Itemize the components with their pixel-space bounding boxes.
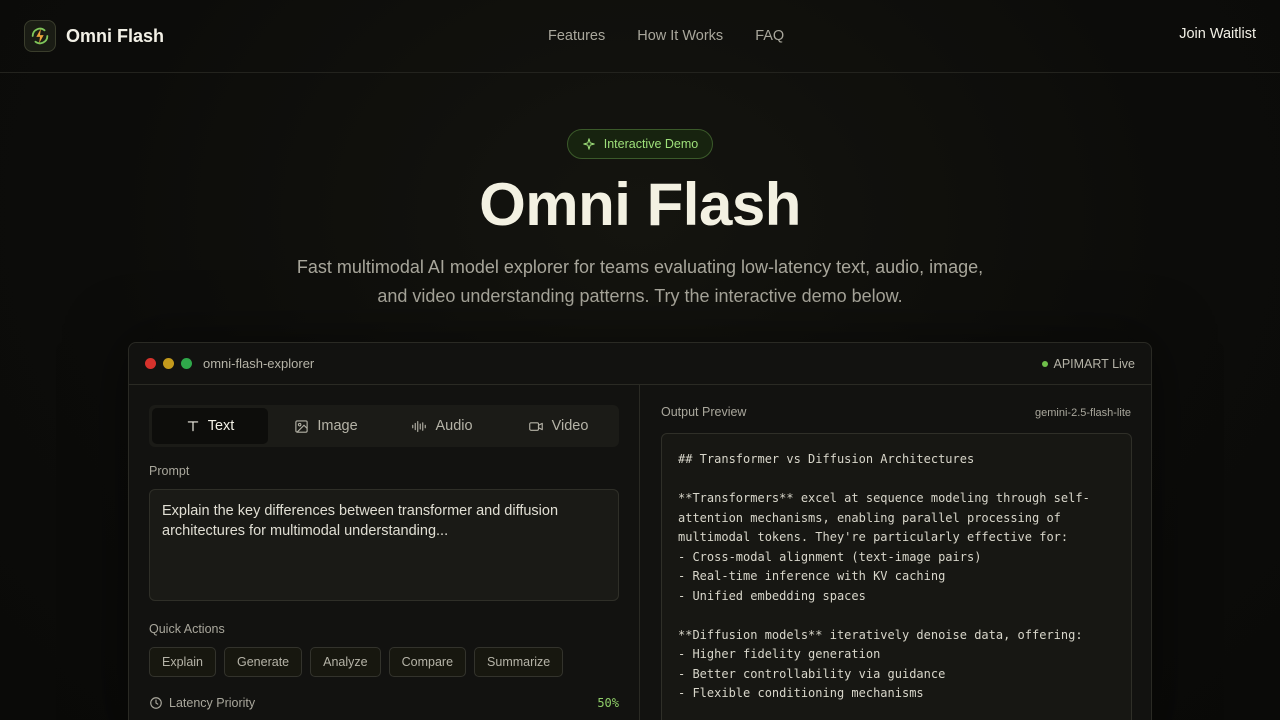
output-preview-label: Output Preview	[661, 405, 747, 419]
close-dot-icon	[145, 358, 156, 369]
tab-image[interactable]: Image	[268, 408, 384, 444]
text-icon	[187, 421, 198, 432]
audio-waveform-icon	[412, 420, 427, 432]
badge-label: Interactive Demo	[603, 137, 699, 151]
interactive-demo-badge: Interactive Demo	[567, 129, 713, 159]
input-pane: Text Image Audio Video Prompt Explain th…	[129, 385, 640, 720]
live-status: APIMART Live	[1042, 357, 1135, 371]
tab-label: Text	[207, 418, 235, 434]
brand-name[interactable]: Omni Flash	[66, 26, 164, 47]
prompt-input[interactable]: Explain the key differences between tran…	[149, 489, 619, 601]
quick-action-compare[interactable]: Compare	[388, 647, 467, 677]
maximize-dot-icon	[181, 358, 192, 369]
minimize-dot-icon	[163, 358, 174, 369]
top-nav: Omni Flash Features How It Works FAQ Joi…	[0, 0, 1280, 73]
nav-links: Features How It Works FAQ	[548, 0, 784, 72]
tab-label: Video	[551, 418, 589, 434]
hero-subtitle: Fast multimodal AI model explorer for te…	[296, 257, 984, 306]
explorer-panel: omni-flash-explorer APIMART Live Text Im…	[128, 342, 1152, 720]
tab-label: Audio	[435, 418, 473, 434]
tab-text[interactable]: Text	[152, 408, 268, 444]
tab-video[interactable]: Video	[500, 408, 616, 444]
nav-link-features[interactable]: Features	[548, 28, 605, 44]
video-camera-icon	[528, 421, 543, 431]
quick-action-summarize[interactable]: Summarize	[474, 647, 564, 677]
quick-actions-label: Quick Actions	[149, 622, 225, 636]
sparkle-icon	[582, 138, 595, 150]
quick-action-explain[interactable]: Explain	[149, 647, 216, 677]
modality-tabs: Text Image Audio Video	[149, 405, 619, 447]
model-name: gemini-2.5-flash-lite	[1035, 407, 1131, 419]
panel-header: omni-flash-explorer APIMART Live	[129, 343, 1151, 385]
panel-title: omni-flash-explorer	[203, 356, 315, 371]
prompt-label: Prompt	[149, 464, 190, 478]
quick-action-analyze[interactable]: Analyze	[310, 647, 381, 677]
output-pane: Output Preview gemini-2.5-flash-lite ## …	[641, 385, 1151, 720]
live-status-label: APIMART Live	[1053, 356, 1135, 371]
latency-priority-label: Latency Priority	[169, 696, 256, 710]
tab-audio[interactable]: Audio	[384, 408, 500, 444]
output-preview: ## Transformer vs Diffusion Architecture…	[661, 433, 1132, 720]
nav-link-how-it-works[interactable]: How It Works	[637, 28, 723, 44]
image-icon	[295, 419, 309, 433]
quick-actions: Explain Generate Analyze Compare Summari…	[149, 647, 564, 677]
nav-link-faq[interactable]: FAQ	[755, 28, 784, 44]
latency-priority-row: Latency Priority 50%	[149, 696, 619, 710]
join-waitlist-button[interactable]: Join Waitlist	[1179, 26, 1256, 42]
quick-action-generate[interactable]: Generate	[224, 647, 303, 677]
live-dot-icon	[1042, 360, 1049, 367]
clock-icon	[150, 697, 162, 709]
hero-title: Omni Flash	[479, 171, 801, 238]
tab-label: Image	[317, 418, 358, 434]
latency-priority-value: 50%	[597, 696, 619, 710]
logo-icon[interactable]	[24, 20, 56, 52]
